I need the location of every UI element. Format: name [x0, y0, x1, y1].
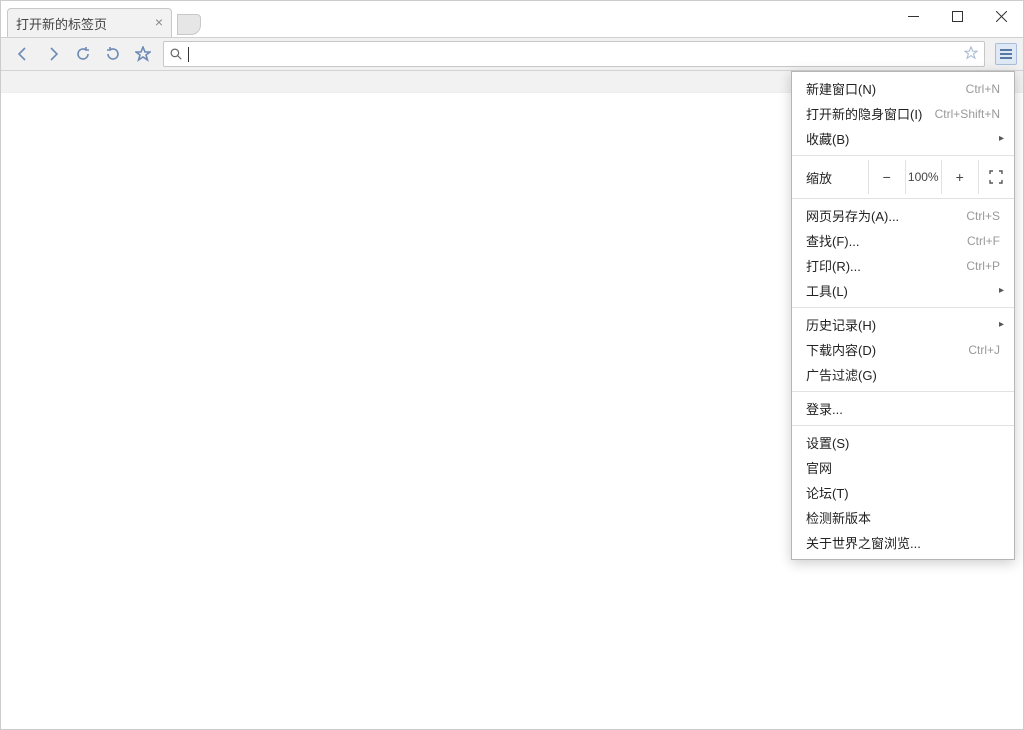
zoom-in-button[interactable]: +: [941, 160, 978, 194]
menu-history[interactable]: 历史记录(H)▸: [792, 312, 1014, 337]
text-cursor: [188, 47, 189, 62]
menu-new-window[interactable]: 新建窗口(N)Ctrl+N: [792, 76, 1014, 101]
toolbar: [1, 38, 1023, 71]
window-controls: [891, 1, 1023, 31]
menu-about[interactable]: 关于世界之窗浏览...: [792, 530, 1014, 555]
menu-downloads[interactable]: 下载内容(D)Ctrl+J: [792, 337, 1014, 362]
menu-settings[interactable]: 设置(S): [792, 430, 1014, 455]
zoom-label: 缩放: [806, 168, 868, 187]
close-icon[interactable]: ×: [155, 15, 163, 29]
maximize-button[interactable]: [935, 1, 979, 31]
back-button[interactable]: [13, 44, 33, 64]
main-menu-button[interactable]: [995, 43, 1017, 65]
tab-title: 打开新的标签页: [16, 14, 107, 33]
menu-incognito[interactable]: 打开新的隐身窗口(I)Ctrl+Shift+N: [792, 101, 1014, 126]
undo-button[interactable]: [103, 44, 123, 64]
menu-save-as[interactable]: 网页另存为(A)...Ctrl+S: [792, 203, 1014, 228]
browser-tab[interactable]: 打开新的标签页 ×: [7, 8, 172, 37]
main-menu: 新建窗口(N)Ctrl+N 打开新的隐身窗口(I)Ctrl+Shift+N 收藏…: [791, 71, 1015, 560]
zoom-value: 100%: [905, 160, 942, 194]
menu-separator: [792, 425, 1014, 426]
chevron-right-icon: ▸: [999, 285, 1004, 296]
bookmark-star-icon[interactable]: [964, 46, 978, 63]
new-tab-button[interactable]: [177, 14, 201, 35]
chevron-right-icon: ▸: [999, 319, 1004, 330]
close-window-button[interactable]: [979, 1, 1023, 31]
bookmark-button[interactable]: [133, 44, 153, 64]
zoom-out-button[interactable]: −: [868, 160, 905, 194]
menu-signin[interactable]: 登录...: [792, 396, 1014, 421]
menu-forum[interactable]: 论坛(T): [792, 480, 1014, 505]
forward-button[interactable]: [43, 44, 63, 64]
search-icon: [170, 48, 182, 60]
menu-tools[interactable]: 工具(L)▸: [792, 278, 1014, 303]
minimize-button[interactable]: [891, 1, 935, 31]
chevron-right-icon: ▸: [999, 133, 1004, 144]
reload-button[interactable]: [73, 44, 93, 64]
menu-adblock[interactable]: 广告过滤(G): [792, 362, 1014, 387]
menu-print[interactable]: 打印(R)...Ctrl+P: [792, 253, 1014, 278]
menu-separator: [792, 155, 1014, 156]
menu-separator: [792, 391, 1014, 392]
menu-homepage[interactable]: 官网: [792, 455, 1014, 480]
fullscreen-button[interactable]: [978, 160, 1015, 194]
menu-separator: [792, 198, 1014, 199]
menu-update[interactable]: 检测新版本: [792, 505, 1014, 530]
menu-zoom: 缩放 − 100% +: [792, 160, 1014, 194]
menu-bookmarks[interactable]: 收藏(B)▸: [792, 126, 1014, 151]
title-bar: 打开新的标签页 ×: [1, 1, 1023, 38]
address-bar[interactable]: [163, 41, 985, 67]
menu-separator: [792, 307, 1014, 308]
menu-find[interactable]: 查找(F)...Ctrl+F: [792, 228, 1014, 253]
